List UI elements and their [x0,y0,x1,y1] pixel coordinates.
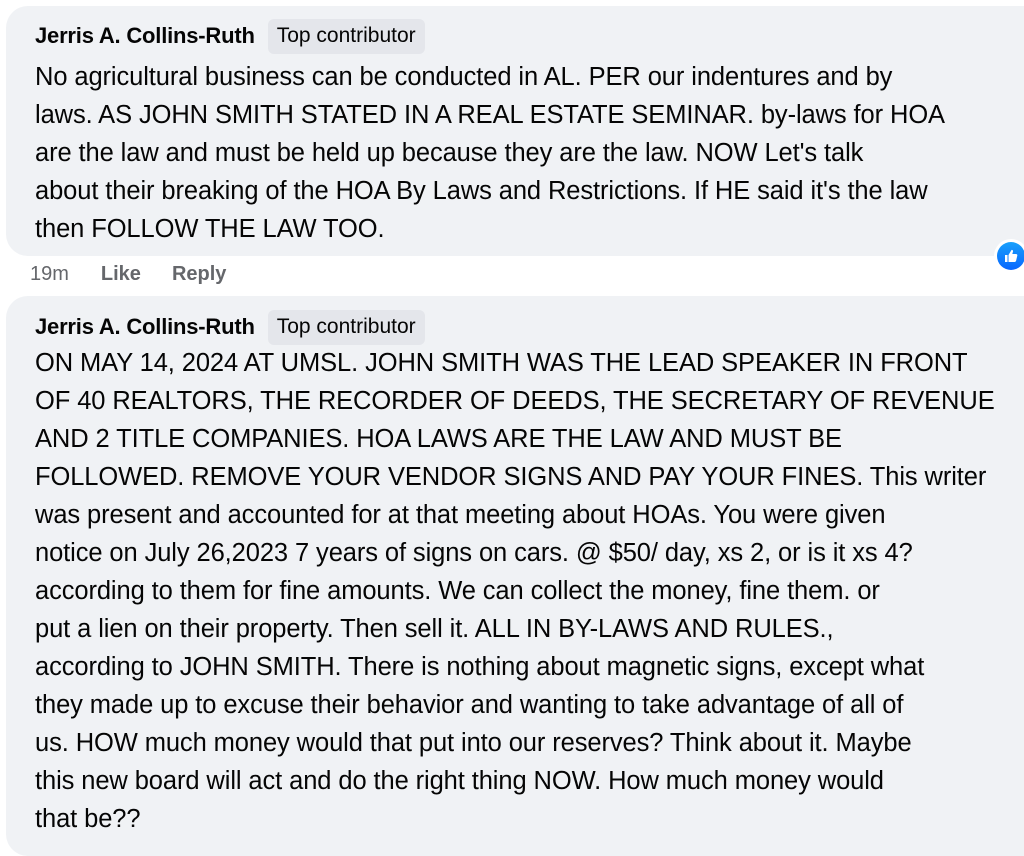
comment-line: then FOLLOW THE LAW TOO. [35,215,385,243]
comment-line: OF 40 REALTORS, THE RECORDER OF DEEDS, T… [35,387,995,415]
comment-bubble: Jerris A. Collins-Ruth Top contributor O… [6,296,1024,856]
comment-line: laws. AS JOHN SMITH STATED IN A REAL EST… [35,101,945,129]
comment-line: was present and accounted for at that me… [35,501,886,529]
comment-actions: 19m Like Reply [30,259,257,289]
like-icon [997,242,1024,270]
comment-line: are the law and must be held up because … [35,139,864,167]
comment-line: according to them for fine amounts. We c… [35,577,880,605]
comment-text: ON MAY 14, 2024 AT UMSL. JOHN SMITH WAS … [35,344,1024,838]
author-name[interactable]: Jerris A. Collins-Ruth [35,23,255,49]
comment-line: they made up to excuse their behavior an… [35,691,904,719]
comment-line: about their breaking of the HOA By Laws … [35,177,928,205]
top-contributor-badge[interactable]: Top contributor [267,18,425,54]
comment-line: this new board will act and do the right… [35,767,884,795]
comment-line: notice on July 26,2023 7 years of signs … [35,539,913,567]
reaction-count[interactable] [994,239,1024,273]
comment-line: put a lien on their property. Then sell … [35,615,834,643]
comment-line: No agricultural business can be conducte… [35,63,893,91]
comment-line: AND 2 TITLE COMPANIES. HOA LAWS ARE THE … [35,425,842,453]
comment-timestamp[interactable]: 19m [30,263,69,286]
comment-line: FOLLOWED. REMOVE YOUR VENDOR SIGNS AND P… [35,463,987,491]
author-name[interactable]: Jerris A. Collins-Ruth [35,314,255,340]
comment-header: Jerris A. Collins-Ruth Top contributor [35,18,425,54]
comment-line: us. HOW much money would that put into o… [35,729,912,757]
reply-button[interactable]: Reply [172,263,226,286]
comment-text: No agricultural business can be conducte… [35,58,1024,248]
comment-line: that be?? [35,805,141,833]
comment-line: ON MAY 14, 2024 AT UMSL. JOHN SMITH WAS … [35,349,968,377]
comment-header: Jerris A. Collins-Ruth Top contributor [35,309,425,345]
comment-bubble: Jerris A. Collins-Ruth Top contributor N… [6,6,1024,256]
comment-line: according to JOHN SMITH. There is nothin… [35,653,925,681]
like-button[interactable]: Like [101,263,141,286]
top-contributor-badge[interactable]: Top contributor [267,309,425,345]
